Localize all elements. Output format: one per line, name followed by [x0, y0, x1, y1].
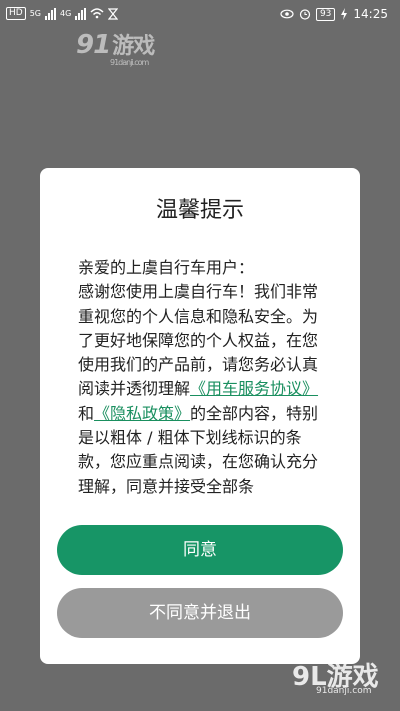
greeting-text: 亲爱的上虞自行车用户：	[78, 258, 255, 277]
charging-icon	[341, 8, 348, 20]
privacy-dialog: 温馨提示 亲爱的上虞自行车用户： 感谢您使用上虞自行车！我们非常重视您的个人信息…	[40, 168, 360, 664]
network-5g-label: 5G	[29, 9, 41, 18]
agreement-paragraph: 感谢您使用上虞自行车！我们非常重视您的个人信息和隐私安全。为了更好地保障您的个人…	[78, 280, 328, 499]
decline-exit-button[interactable]: 不同意并退出	[57, 588, 343, 638]
status-bar: HD 5G 4G 93 14:25	[0, 0, 400, 30]
wifi-icon	[90, 8, 104, 19]
eye-icon	[280, 9, 294, 19]
service-agreement-link[interactable]: 《用车服务协议》	[190, 379, 318, 398]
watermark-bottom-url: 91danji.com	[316, 686, 372, 696]
hourglass-icon	[108, 7, 119, 20]
watermark-text: 游戏	[112, 34, 155, 59]
alarm-icon	[299, 9, 311, 20]
clock: 14:25	[353, 7, 388, 21]
dialog-title: 温馨提示	[155, 198, 244, 223]
watermark-number: 91	[76, 30, 111, 60]
dialog-body[interactable]: 亲爱的上虞自行车用户： 感谢您使用上虞自行车！我们非常重视您的个人信息和隐私安全…	[78, 256, 328, 499]
watermark-url: 91danji.com	[110, 58, 149, 67]
status-right: 93 14:25	[280, 7, 388, 21]
agree-button[interactable]: 同意	[57, 525, 343, 575]
privacy-policy-link[interactable]: 《隐私政策》	[94, 404, 190, 423]
signal-icon	[45, 7, 56, 20]
watermark-logo-bottom: 9L游戏 91danji.com	[292, 656, 379, 696]
battery-icon: 93	[315, 7, 336, 21]
hd-badge: HD	[6, 7, 26, 20]
status-left: HD 5G 4G	[6, 7, 119, 20]
signal-icon-2	[75, 7, 87, 20]
connector-text: 和	[78, 403, 95, 423]
watermark-logo-top: 91游戏 91danji.com	[76, 28, 155, 67]
network-4g-label: 4G	[60, 9, 72, 18]
